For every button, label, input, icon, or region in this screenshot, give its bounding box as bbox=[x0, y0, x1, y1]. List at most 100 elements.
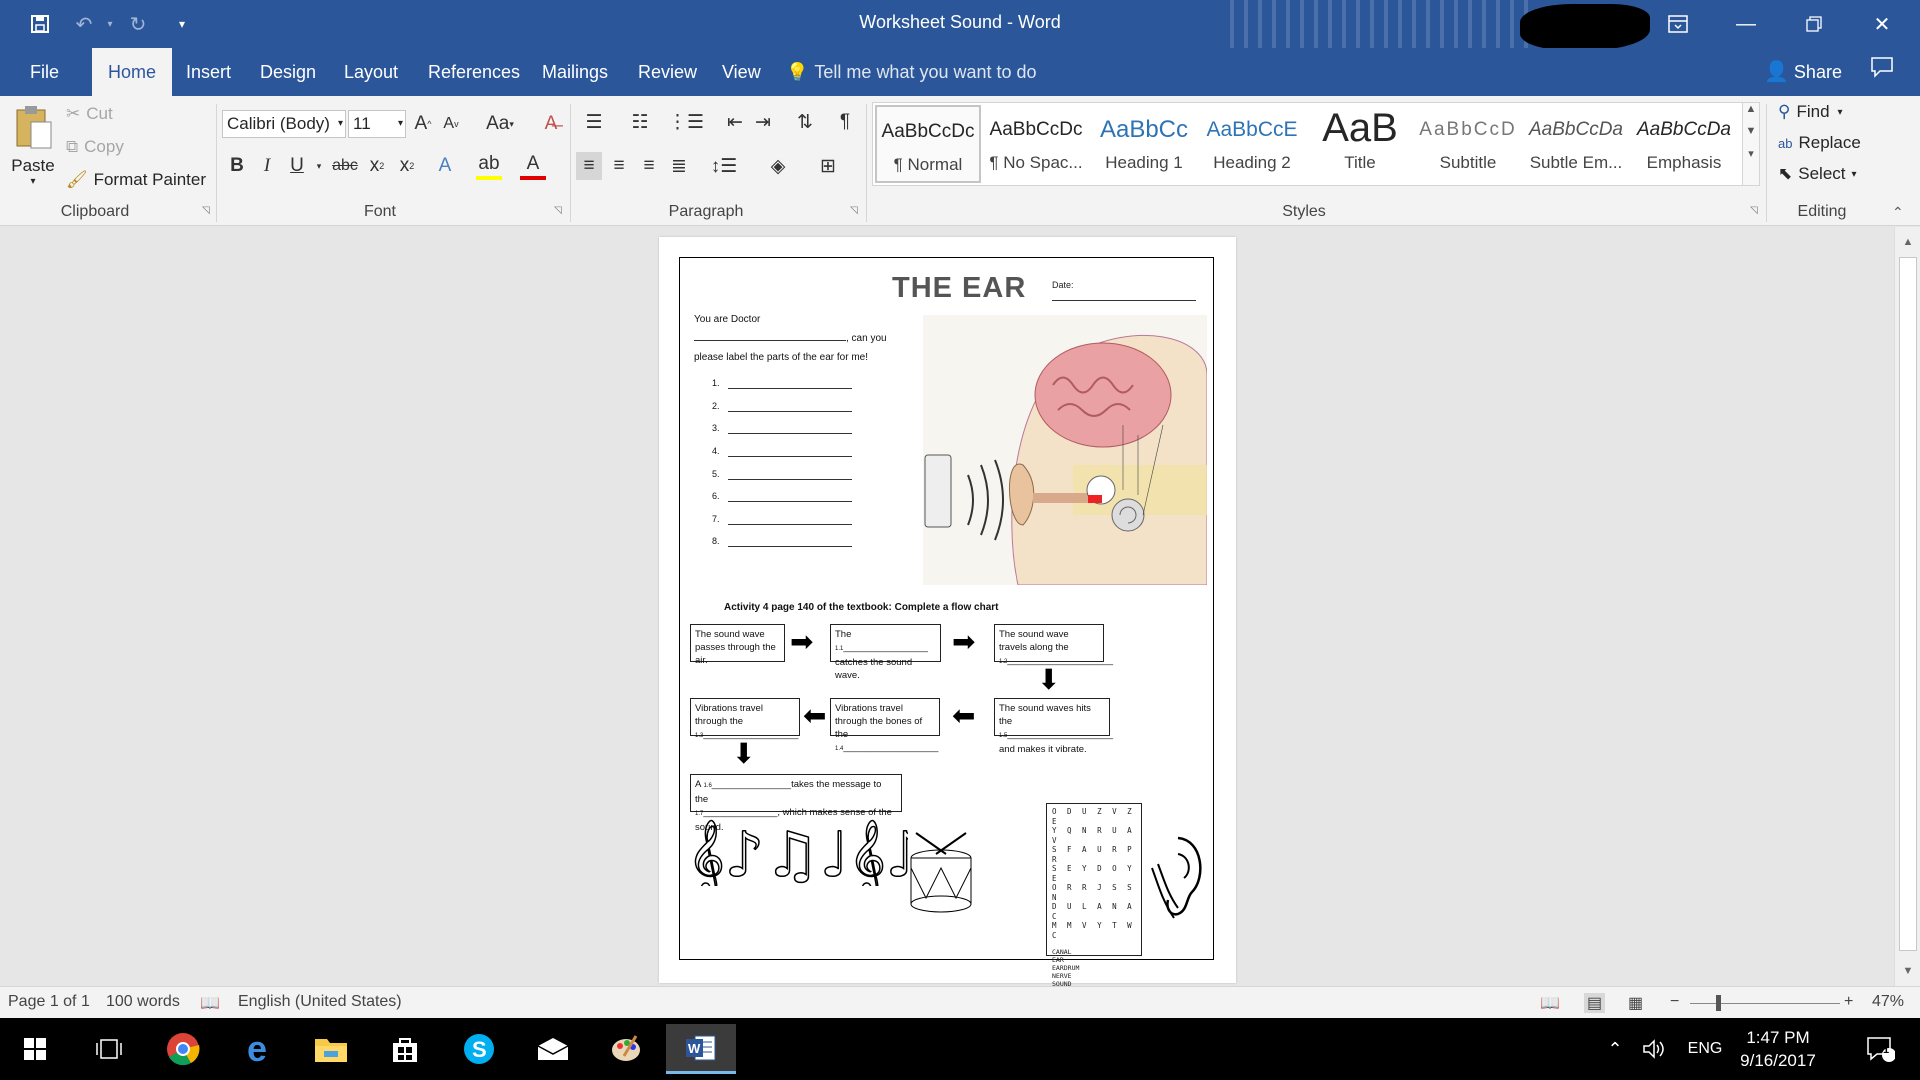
ribbon-display-options-icon[interactable] bbox=[1648, 0, 1708, 48]
skype-icon[interactable]: S bbox=[444, 1024, 514, 1074]
page-count[interactable]: Page 1 of 1 bbox=[8, 993, 90, 1011]
font-size-combo[interactable]: 11 ▾ bbox=[348, 110, 406, 138]
tell-me-box[interactable]: 💡 Tell me what you want to do bbox=[786, 48, 1037, 96]
read-mode-icon[interactable]: 📖 bbox=[1540, 993, 1560, 1013]
multilevel-list-icon[interactable]: ⋮☰ bbox=[668, 108, 704, 136]
store-icon[interactable] bbox=[370, 1024, 440, 1074]
action-center-icon[interactable]: 1 bbox=[1850, 1024, 1910, 1074]
zoom-out-icon[interactable]: − bbox=[1670, 993, 1679, 1011]
mail-icon[interactable] bbox=[518, 1024, 588, 1074]
align-left-icon[interactable]: ≡ bbox=[576, 152, 602, 180]
restore-button[interactable] bbox=[1784, 0, 1844, 48]
change-case-icon[interactable]: Aa ▾ bbox=[480, 110, 520, 138]
tab-references[interactable]: References bbox=[412, 48, 536, 96]
clipboard-launcher-icon[interactable]: ◹ bbox=[202, 205, 210, 216]
style-heading-1[interactable]: AaBbCc Heading 1 bbox=[1091, 105, 1197, 183]
tab-review[interactable]: Review bbox=[622, 48, 713, 96]
tab-mailings[interactable]: Mailings bbox=[526, 48, 624, 96]
chevron-up-icon[interactable]: ▲ bbox=[1743, 103, 1759, 115]
chrome-icon[interactable] bbox=[148, 1024, 218, 1074]
increase-indent-icon[interactable]: ⇥ bbox=[750, 108, 776, 136]
file-explorer-icon[interactable] bbox=[296, 1024, 366, 1074]
edge-icon[interactable]: e bbox=[222, 1024, 292, 1074]
decrease-indent-icon[interactable]: ⇤ bbox=[722, 108, 748, 136]
style-subtitle[interactable]: AaBbCcD Subtitle bbox=[1415, 105, 1521, 183]
more-styles-icon[interactable]: ▾ bbox=[1743, 147, 1759, 160]
align-center-icon[interactable]: ≡ bbox=[606, 152, 632, 180]
zoom-level[interactable]: 47% bbox=[1872, 993, 1904, 1011]
style-subtle-emphasis[interactable]: AaBbCcDa Subtle Em... bbox=[1523, 105, 1629, 183]
grow-font-icon[interactable]: A ^ bbox=[410, 110, 436, 138]
font-name-combo[interactable]: Calibri (Body) ▾ bbox=[222, 110, 346, 138]
input-language[interactable]: ENG bbox=[1680, 1024, 1730, 1074]
show-formatting-icon[interactable]: ¶ bbox=[832, 108, 858, 136]
tab-view[interactable]: View bbox=[706, 48, 777, 96]
tab-home[interactable]: Home bbox=[92, 48, 173, 96]
styles-gallery-scroll[interactable]: ▲ ▼ ▾ bbox=[1742, 102, 1760, 186]
style-emphasis[interactable]: AaBbCcDa Emphasis bbox=[1631, 105, 1737, 183]
paste-button[interactable]: Paste ▾ bbox=[8, 104, 58, 204]
proofing-icon[interactable]: 📖 bbox=[200, 993, 220, 1013]
chevron-down-icon[interactable]: ▼ bbox=[1743, 125, 1759, 137]
sort-icon[interactable]: ⇅ bbox=[792, 108, 818, 136]
paint-icon[interactable] bbox=[592, 1024, 662, 1074]
volume-icon[interactable] bbox=[1634, 1024, 1674, 1074]
font-launcher-icon[interactable]: ◹ bbox=[554, 205, 562, 216]
print-layout-icon[interactable]: ▤ bbox=[1584, 993, 1606, 1013]
find-button[interactable]: ⚲ Find ▾ bbox=[1778, 102, 1843, 122]
style-no-spacing[interactable]: AaBbCcDc ¶ No Spac... bbox=[983, 105, 1089, 183]
word-taskbar-icon[interactable]: W bbox=[666, 1024, 736, 1074]
highlight-icon[interactable]: ab bbox=[476, 152, 502, 180]
style-title[interactable]: AaB Title bbox=[1307, 105, 1413, 183]
vertical-scrollbar[interactable]: ▲ ▼ bbox=[1894, 227, 1920, 986]
shading-icon[interactable]: ◈ bbox=[760, 152, 796, 180]
bullets-icon[interactable]: ☰ bbox=[576, 108, 612, 136]
web-layout-icon[interactable]: ▦ bbox=[1628, 993, 1643, 1013]
windows-start-icon[interactable] bbox=[0, 1024, 70, 1074]
numbering-icon[interactable]: ☷ bbox=[622, 108, 658, 136]
justify-icon[interactable]: ≣ bbox=[666, 152, 692, 180]
zoom-slider[interactable] bbox=[1690, 1003, 1840, 1004]
tab-file[interactable]: File bbox=[14, 48, 75, 96]
zoom-in-icon[interactable]: + bbox=[1844, 993, 1853, 1011]
collapse-ribbon-icon[interactable]: ⌃ bbox=[1892, 204, 1904, 221]
italic-icon[interactable]: I bbox=[254, 152, 280, 180]
share-button[interactable]: 👤 Share bbox=[1764, 48, 1842, 96]
close-button[interactable]: ✕ bbox=[1852, 0, 1912, 48]
document-page[interactable]: THE EAR Date: You are Doctor , can you p… bbox=[659, 237, 1236, 988]
scroll-up-icon[interactable]: ▲ bbox=[1895, 231, 1920, 253]
line-spacing-icon[interactable]: ↕☰ bbox=[706, 152, 742, 180]
copy-button[interactable]: ⧉ Copy bbox=[66, 137, 124, 157]
underline-dropdown-icon[interactable]: ▾ bbox=[306, 152, 332, 180]
style-heading-2[interactable]: AaBbCcE Heading 2 bbox=[1199, 105, 1305, 183]
format-painter-button[interactable]: 🖌 Format Painter bbox=[66, 170, 206, 190]
task-view-icon[interactable] bbox=[74, 1024, 144, 1074]
select-button[interactable]: ⬉ Select ▾ bbox=[1778, 164, 1857, 184]
language[interactable]: English (United States) bbox=[238, 993, 402, 1011]
comments-icon[interactable] bbox=[1870, 48, 1894, 96]
borders-icon[interactable]: ⊞ bbox=[810, 152, 846, 180]
scroll-down-icon[interactable]: ▼ bbox=[1895, 960, 1920, 982]
cut-button[interactable]: ✂ Cut bbox=[66, 104, 113, 124]
style-normal[interactable]: AaBbCcDc ¶ Normal bbox=[875, 105, 981, 183]
shrink-font-icon[interactable]: Av bbox=[438, 110, 464, 138]
minimize-button[interactable]: — bbox=[1716, 0, 1776, 48]
styles-launcher-icon[interactable]: ◹ bbox=[1750, 205, 1758, 216]
tab-design[interactable]: Design bbox=[244, 48, 332, 96]
show-hidden-icons[interactable]: ⌃ bbox=[1600, 1024, 1630, 1074]
superscript-icon[interactable]: x2 bbox=[394, 152, 420, 180]
system-clock[interactable]: 1:47 PM 9/16/2017 bbox=[1728, 1026, 1828, 1072]
bold-icon[interactable]: B bbox=[224, 152, 250, 180]
replace-button[interactable]: ab Replace bbox=[1778, 133, 1861, 153]
scroll-thumb[interactable] bbox=[1899, 257, 1917, 951]
strikethrough-icon[interactable]: abc bbox=[330, 152, 360, 180]
tab-insert[interactable]: Insert bbox=[170, 48, 247, 96]
tab-layout[interactable]: Layout bbox=[328, 48, 414, 96]
word-count[interactable]: 100 words bbox=[106, 993, 180, 1011]
paragraph-launcher-icon[interactable]: ◹ bbox=[850, 205, 858, 216]
clear-formatting-icon[interactable]: A̶ bbox=[538, 110, 564, 138]
font-color-icon[interactable]: A bbox=[520, 152, 546, 180]
align-right-icon[interactable]: ≡ bbox=[636, 152, 662, 180]
text-effects-icon[interactable]: A bbox=[432, 152, 458, 180]
zoom-slider-thumb[interactable] bbox=[1716, 995, 1721, 1011]
